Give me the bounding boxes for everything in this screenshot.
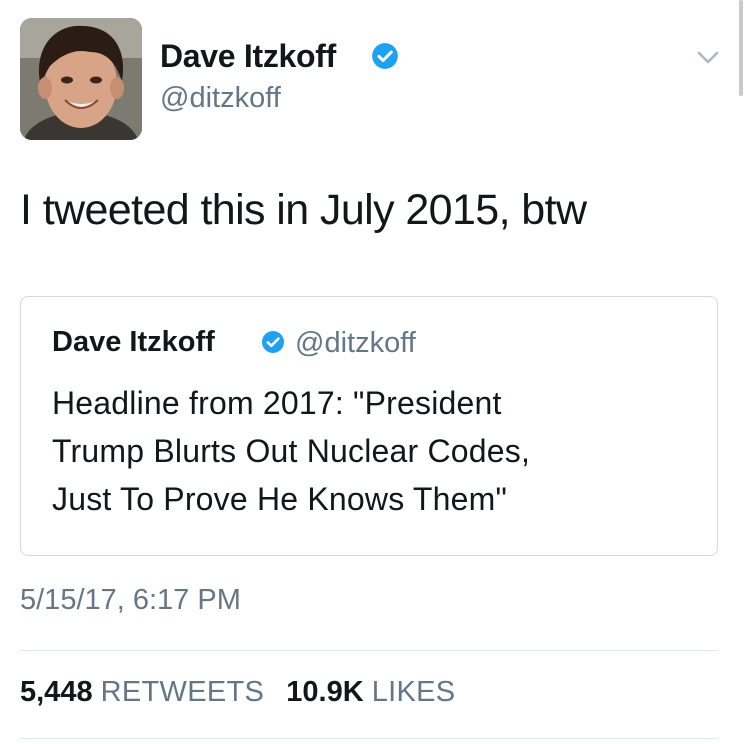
quoted-author-name: Dave Itzkoff — [52, 326, 215, 358]
engagement-stats: 5,448 RETWEETS 10.9K LIKES — [20, 676, 455, 709]
quoted-author-handle: @ditzkoff — [295, 327, 416, 359]
quoted-tweet-text: Headline from 2017: "President Trump Blu… — [52, 379, 692, 523]
divider — [20, 650, 718, 651]
profile-photo — [20, 18, 142, 140]
chevron-down-icon[interactable] — [696, 50, 720, 66]
like-count: 10.9K — [286, 676, 364, 708]
timestamp: 5/15/17, 6:17 PM — [20, 584, 241, 616]
like-stat[interactable]: 10.9K LIKES — [286, 676, 455, 708]
like-label: LIKES — [371, 676, 456, 708]
retweet-stat[interactable]: 5,448 RETWEETS — [20, 676, 264, 708]
avatar[interactable] — [20, 18, 142, 140]
quoted-tweet-card[interactable]: Dave Itzkoff @ditzkoff Headline from 201… — [20, 296, 718, 556]
retweet-count: 5,448 — [20, 676, 93, 708]
divider — [20, 738, 718, 739]
author-name[interactable]: Dave Itzkoff — [160, 38, 336, 75]
tweet-text: I tweeted this in July 2015, btw — [20, 186, 587, 234]
quoted-text-line: Headline from 2017: "President — [52, 385, 502, 421]
retweet-label: RETWEETS — [100, 676, 265, 708]
author-handle[interactable]: @ditzkoff — [160, 82, 281, 115]
verified-badge-icon — [262, 331, 284, 353]
scrollbar[interactable] — [739, 0, 743, 96]
tweet-detail: Dave Itzkoff @ditzkoff I tweeted this in… — [0, 0, 745, 744]
quoted-text-line: Just To Prove He Knows Them" — [52, 481, 508, 517]
quoted-text-line: Trump Blurts Out Nuclear Codes, — [52, 433, 531, 469]
verified-badge-icon — [372, 43, 398, 69]
